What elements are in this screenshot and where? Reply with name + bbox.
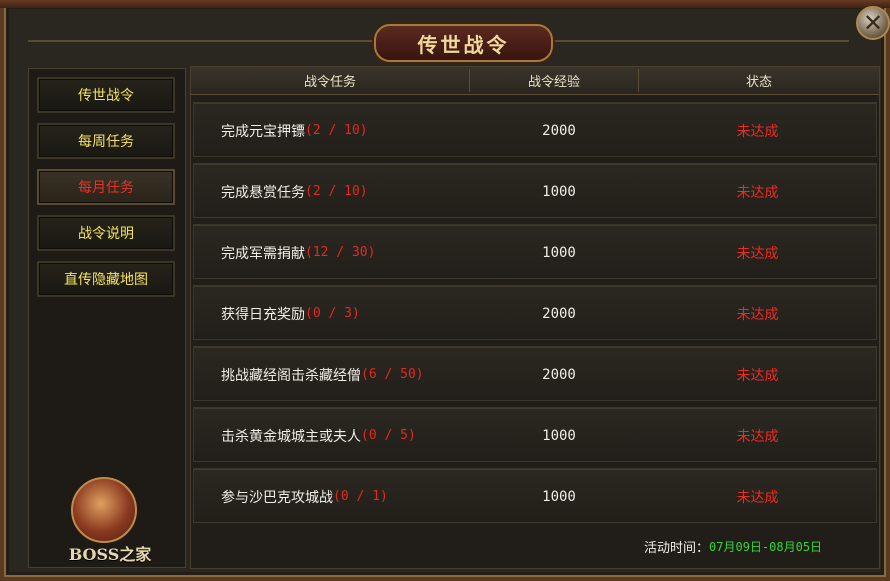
table-row: 挑战藏经阁击杀藏经僧 (6 / 50) 2000 未达成 (193, 346, 877, 401)
window-title: 传世战令 (417, 32, 510, 57)
status-cell: 未达成 (736, 489, 779, 506)
table-row: 击杀黄金城城主或夫人 (0 / 5) 1000 未达成 (193, 407, 877, 462)
task-progress: (6 / 50) (361, 367, 424, 382)
task-table: 战令任务 战令经验 状态 完成元宝押镖 (2 / 10) 2000 未达成 完成悬… (190, 66, 880, 569)
title-divider-right (549, 40, 849, 42)
task-name: 获得日充奖励 (221, 306, 305, 323)
sidebar-item-label: 每月任务 (78, 180, 134, 196)
sidebar-item-weekly-tasks[interactable]: 每周任务 (37, 123, 175, 159)
activity-period: 活动时间： 07月09日-08月05日 (644, 536, 822, 556)
window-title-plate: 传世战令 (374, 24, 553, 62)
dragon-emblem-icon (71, 477, 137, 543)
title-divider-left (28, 40, 374, 42)
activity-dates: 07月09日-08月05日 (709, 539, 823, 554)
table-row: 参与沙巴克攻城战 (0 / 1) 1000 未达成 (193, 468, 877, 523)
table-row: 获得日充奖励 (0 / 3) 2000 未达成 (193, 285, 877, 340)
sidebar-item-hidden-map[interactable]: 直传隐藏地图 (37, 261, 175, 297)
task-progress: (2 / 10) (305, 123, 368, 138)
status-cell: 未达成 (736, 367, 779, 384)
sidebar-item-label: 每周任务 (78, 134, 134, 150)
header-status: 状态 (745, 75, 772, 90)
task-progress: (0 / 5) (361, 428, 416, 443)
status-cell: 未达成 (736, 428, 779, 445)
status-cell: 未达成 (736, 306, 779, 323)
table-row: 完成军需捐献 (12 / 30) 1000 未达成 (193, 224, 877, 279)
battle-pass-window: 传世战令 ✕ 传世战令 每周任务 每月任务 战令说明 直传隐藏地图 BOSS之家… (0, 0, 890, 581)
task-cell: 参与沙巴克攻城战 (0 / 1) (221, 469, 388, 524)
task-name: 挑战藏经阁击杀藏经僧 (221, 367, 361, 384)
exp-cell: 1000 (542, 244, 576, 261)
table-header: 战令任务 战令经验 状态 (191, 67, 879, 95)
exp-cell: 2000 (542, 366, 576, 383)
boss-home-logo: BOSS之家 (55, 477, 165, 569)
exp-cell: 2000 (542, 122, 576, 139)
task-progress: (0 / 1) (333, 489, 388, 504)
task-progress: (2 / 10) (305, 184, 368, 199)
activity-label: 活动时间： (644, 540, 710, 556)
task-name: 完成元宝押镖 (221, 123, 305, 140)
close-icon: ✕ (862, 9, 884, 37)
task-cell: 完成元宝押镖 (2 / 10) (221, 103, 368, 158)
task-name: 完成军需捐献 (221, 245, 305, 262)
exp-cell: 1000 (542, 488, 576, 505)
exp-cell: 1000 (542, 427, 576, 444)
exp-cell: 2000 (542, 305, 576, 322)
status-cell: 未达成 (736, 245, 779, 262)
table-row: 完成元宝押镖 (2 / 10) 2000 未达成 (193, 102, 877, 157)
status-cell: 未达成 (736, 123, 779, 140)
header-task: 战令任务 (303, 75, 356, 90)
table-row: 完成悬赏任务 (2 / 10) 1000 未达成 (193, 163, 877, 218)
task-name: 击杀黄金城城主或夫人 (221, 428, 361, 445)
task-progress: (0 / 3) (305, 306, 360, 321)
task-cell: 获得日充奖励 (0 / 3) (221, 286, 360, 341)
task-progress: (12 / 30) (305, 245, 376, 260)
sidebar-item-battle-pass[interactable]: 传世战令 (37, 77, 175, 113)
task-cell: 击杀黄金城城主或夫人 (0 / 5) (221, 408, 416, 463)
sidebar-item-monthly-tasks[interactable]: 每月任务 (37, 169, 175, 205)
task-cell: 挑战藏经阁击杀藏经僧 (6 / 50) (221, 347, 424, 402)
task-cell: 完成军需捐献 (12 / 30) (221, 225, 375, 280)
exp-cell: 1000 (542, 183, 576, 200)
logo-text: BOSS之家 (68, 545, 152, 564)
status-cell: 未达成 (736, 184, 779, 201)
task-name: 完成悬赏任务 (221, 184, 305, 201)
sidebar-item-label: 直传隐藏地图 (64, 272, 148, 288)
task-name: 参与沙巴克攻城战 (221, 489, 333, 506)
sidebar: 传世战令 每周任务 每月任务 战令说明 直传隐藏地图 BOSS之家 (28, 68, 186, 568)
close-button[interactable]: ✕ (856, 6, 890, 40)
sidebar-item-pass-info[interactable]: 战令说明 (37, 215, 175, 251)
header-exp: 战令经验 (527, 75, 580, 90)
task-cell: 完成悬赏任务 (2 / 10) (221, 164, 368, 219)
sidebar-item-label: 战令说明 (78, 226, 134, 242)
sidebar-item-label: 传世战令 (78, 88, 134, 104)
